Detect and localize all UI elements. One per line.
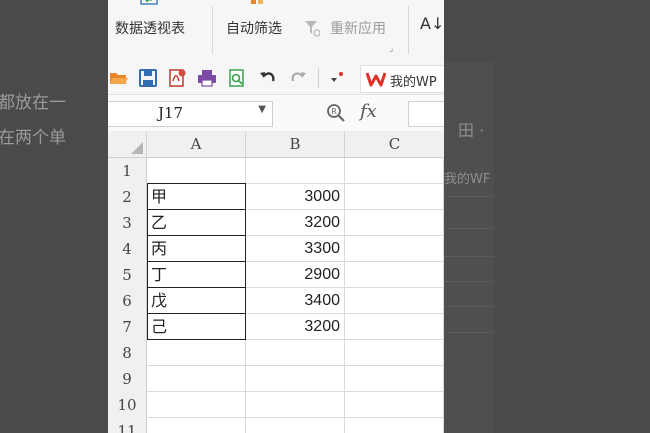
cell-c7[interactable] bbox=[345, 314, 444, 340]
zoom-search-icon[interactable]: R bbox=[326, 103, 346, 123]
toolbar-separator bbox=[318, 68, 319, 88]
cell-a2[interactable]: 甲 bbox=[147, 183, 246, 210]
pivot-table-button[interactable]: 数据透视表 bbox=[115, 18, 185, 38]
cell-b4[interactable]: 3300 bbox=[246, 236, 345, 262]
row-header[interactable]: 7 bbox=[108, 314, 147, 341]
cell-a8[interactable] bbox=[147, 340, 246, 366]
row-header[interactable]: 3 bbox=[108, 210, 147, 237]
background-right-label-1: 田 · bbox=[458, 121, 485, 140]
row-header[interactable]: 8 bbox=[108, 340, 147, 367]
cell-c10[interactable] bbox=[345, 392, 444, 418]
cell-c3[interactable] bbox=[345, 210, 444, 236]
cell-b3[interactable]: 3200 bbox=[246, 210, 345, 236]
dialog-launcher-icon[interactable]: ⌟ bbox=[389, 44, 393, 54]
spreadsheet-window: 数据透视表 自动筛选 重新应用 ⌟ A↓ 我的WP J17 ▼ R fx A B… bbox=[108, 0, 444, 433]
cell-a7[interactable]: 己 bbox=[147, 313, 246, 340]
background-right-label-2: 我的WF bbox=[444, 172, 491, 187]
cell-b7[interactable]: 3200 bbox=[246, 314, 345, 340]
cell-a3[interactable]: 乙 bbox=[147, 209, 246, 236]
wps-logo-icon bbox=[366, 72, 386, 87]
cell-a1[interactable] bbox=[147, 158, 246, 184]
background-text-line1: 都放在一 bbox=[0, 93, 66, 113]
cell-c11[interactable] bbox=[345, 418, 444, 433]
row-header[interactable]: 4 bbox=[108, 236, 147, 263]
cell-c1[interactable] bbox=[345, 158, 444, 184]
redo-icon[interactable] bbox=[288, 68, 308, 88]
select-all-corner[interactable] bbox=[108, 131, 147, 158]
cell-b2[interactable]: 3000 bbox=[246, 184, 345, 210]
column-header-b[interactable]: B bbox=[246, 131, 345, 158]
background-divider bbox=[444, 281, 494, 282]
auto-filter-icon bbox=[251, 0, 263, 4]
cell-a10[interactable] bbox=[147, 392, 246, 418]
cell-b5[interactable]: 2900 bbox=[246, 262, 345, 288]
row-header[interactable]: 10 bbox=[108, 392, 147, 419]
row-header[interactable]: 1 bbox=[108, 158, 147, 185]
my-wps-button[interactable]: 我的WP bbox=[360, 65, 444, 93]
cell-c2[interactable] bbox=[345, 184, 444, 210]
open-folder-icon[interactable] bbox=[109, 68, 129, 88]
cell-b10[interactable] bbox=[246, 392, 345, 418]
reapply-filter-icon bbox=[305, 21, 320, 37]
insert-function-icon[interactable]: fx bbox=[360, 101, 377, 122]
background-divider bbox=[444, 306, 494, 307]
print-preview-icon[interactable] bbox=[227, 68, 247, 88]
cell-c5[interactable] bbox=[345, 262, 444, 288]
cell-c6[interactable] bbox=[345, 288, 444, 314]
cell-b8[interactable] bbox=[246, 340, 345, 366]
save-icon[interactable] bbox=[138, 68, 158, 88]
background-text-line2: 在两个单 bbox=[0, 128, 66, 148]
ribbon: 数据透视表 自动筛选 重新应用 ⌟ A↓ bbox=[108, 0, 444, 63]
chevron-down-icon[interactable]: ▼ bbox=[258, 104, 266, 115]
row-header[interactable]: 9 bbox=[108, 366, 147, 393]
formula-input[interactable] bbox=[408, 101, 444, 127]
cell-a6[interactable]: 戊 bbox=[147, 287, 246, 314]
ribbon-separator bbox=[212, 6, 213, 54]
background-divider bbox=[444, 228, 494, 229]
cell-a9[interactable] bbox=[147, 366, 246, 392]
formula-bar: J17 ▼ R fx bbox=[108, 95, 444, 132]
export-pdf-icon[interactable] bbox=[167, 68, 187, 88]
background-divider bbox=[444, 256, 494, 257]
cell-a5[interactable]: 丁 bbox=[147, 261, 246, 288]
column-header-c[interactable]: C bbox=[345, 131, 444, 158]
reapply-button[interactable]: 重新应用 bbox=[330, 18, 386, 38]
cell-c9[interactable] bbox=[345, 366, 444, 392]
cell-a11[interactable] bbox=[147, 418, 246, 433]
quick-access-toolbar: 我的WP bbox=[108, 62, 444, 95]
print-icon[interactable] bbox=[197, 68, 217, 88]
cell-b9[interactable] bbox=[246, 366, 345, 392]
row-header[interactable]: 11 bbox=[108, 418, 147, 433]
cell-a4[interactable]: 丙 bbox=[147, 235, 246, 262]
ribbon-separator bbox=[408, 6, 409, 54]
svg-text:R: R bbox=[331, 107, 337, 116]
column-header-a[interactable]: A bbox=[147, 131, 246, 158]
auto-filter-button[interactable]: 自动筛选 bbox=[226, 18, 282, 38]
name-box[interactable]: J17 ▼ bbox=[108, 101, 273, 127]
cell-c8[interactable] bbox=[345, 340, 444, 366]
background-divider bbox=[444, 196, 494, 197]
cell-b1[interactable] bbox=[246, 158, 345, 184]
row-header[interactable]: 5 bbox=[108, 262, 147, 289]
cell-b6[interactable]: 3400 bbox=[246, 288, 345, 314]
row-header[interactable]: 6 bbox=[108, 288, 147, 315]
sort-icon[interactable]: A↓ bbox=[420, 14, 444, 33]
customize-dropdown-icon[interactable] bbox=[328, 68, 348, 88]
pivot-table-icon bbox=[140, 0, 158, 5]
cell-c4[interactable] bbox=[345, 236, 444, 262]
background-divider bbox=[444, 332, 494, 333]
undo-icon[interactable] bbox=[258, 68, 278, 88]
my-wps-label: 我的WP bbox=[390, 75, 437, 90]
name-box-value: J17 bbox=[158, 104, 184, 122]
row-header[interactable]: 2 bbox=[108, 184, 147, 211]
cell-b11[interactable] bbox=[246, 418, 345, 433]
